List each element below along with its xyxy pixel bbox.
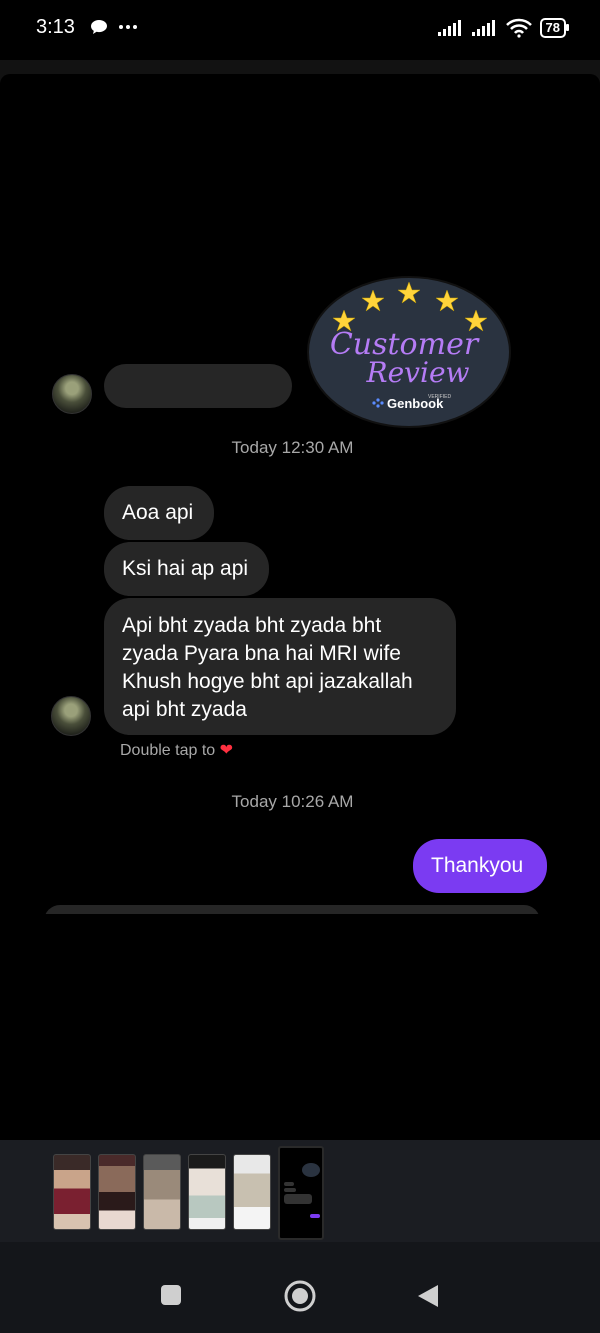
customer-review-sticker[interactable]: Customer Review Genbook VERIFIED (306, 274, 512, 430)
incoming-message[interactable]: Ksi hai ap api (104, 542, 269, 596)
screenshot-tray (0, 1140, 600, 1242)
outgoing-message[interactable]: Thankyou (413, 839, 547, 893)
screenshot-thumbnail-selected[interactable] (278, 1146, 324, 1240)
avatar[interactable] (51, 696, 91, 736)
navigation-bar (0, 1242, 600, 1333)
screenshot-thumbnail[interactable] (233, 1154, 271, 1230)
sticker-title-line2: Review (366, 356, 470, 389)
double-tap-hint: Double tap to ❤ (120, 740, 233, 760)
back-triangle-icon[interactable] (416, 1283, 440, 1309)
heart-icon[interactable]: ❤ (220, 742, 233, 759)
incoming-message[interactable]: Api bht zyada bht zyada bht zyada Pyara … (104, 598, 456, 735)
avatar (52, 374, 92, 414)
timestamp: Today 10:26 AM (231, 792, 354, 811)
more-dots-icon (119, 25, 137, 29)
chat-bubble-icon (91, 20, 107, 34)
previous-message-bubble[interactable] (104, 364, 292, 408)
screenshot-thumbnail[interactable] (188, 1154, 226, 1230)
incoming-message[interactable]: Aoa api (104, 486, 214, 540)
status-time: 3:13 (36, 16, 75, 38)
battery-icon: 78 (539, 18, 570, 38)
partial-bottom-mask (0, 914, 600, 1140)
screenshot-thumbnail[interactable] (143, 1154, 181, 1230)
screenshot-thumbnail[interactable] (98, 1154, 136, 1230)
signal-icon (471, 20, 495, 36)
signal-icon (437, 20, 461, 36)
recents-square-icon[interactable] (160, 1284, 182, 1306)
double-tap-text: Double tap to (120, 742, 216, 759)
home-circle-icon[interactable] (284, 1280, 316, 1312)
timestamp: Today 12:30 AM (231, 438, 354, 457)
wifi-icon (505, 18, 532, 38)
screenshot-thumbnail[interactable] (53, 1154, 91, 1230)
status-bar: 3:13 78 (0, 0, 600, 60)
sticker-badge: VERIFIED (428, 394, 451, 400)
chat-thumbnail-preview (284, 1163, 320, 1218)
chat-screen[interactable]: Customer Review Genbook VERIFIED Today 1… (0, 74, 600, 1140)
